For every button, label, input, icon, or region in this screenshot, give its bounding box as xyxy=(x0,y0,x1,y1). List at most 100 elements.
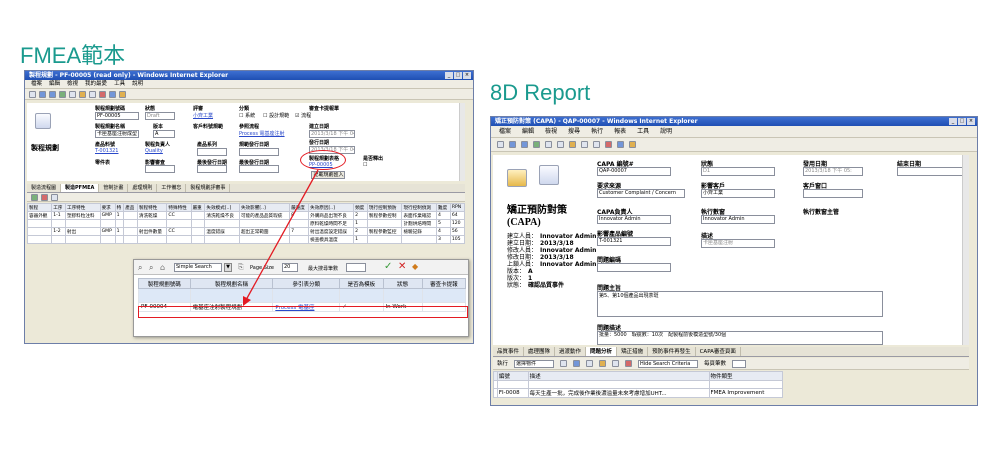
paste-icon[interactable] xyxy=(557,141,564,148)
search-mode-select[interactable]: Hide Search Criteria xyxy=(638,360,699,368)
table-row[interactable]: 原料乾燥時間不足 1 計劃烘焙時間 5 120 xyxy=(26,219,466,228)
tab-prevent[interactable]: 預防事件再發生 xyxy=(648,347,696,356)
lock-search-icon[interactable]: ⌂ xyxy=(160,263,165,272)
column-header[interactable]: 嚴重度 xyxy=(289,203,310,212)
search-icon[interactable]: ⌕ xyxy=(138,263,142,273)
column-header[interactable]: 製程規劃號碼 xyxy=(138,278,191,289)
delete-icon[interactable] xyxy=(625,360,633,367)
revision-date-field[interactable] xyxy=(239,165,279,173)
menu-item[interactable]: 搜尋 xyxy=(568,126,580,137)
process-link[interactable]: Process 電基座注射 xyxy=(239,130,285,137)
column-header[interactable]: 編號 xyxy=(496,371,529,381)
table-row[interactable]: 檢查模具溫度 1 3 105 xyxy=(26,235,466,244)
minimize-icon[interactable]: _ xyxy=(445,72,453,79)
form-scrollbar[interactable] xyxy=(962,155,969,345)
menu-item[interactable]: 工具 xyxy=(114,80,125,88)
column-header[interactable]: 參引表分類 xyxy=(272,278,341,289)
revision-field[interactable] xyxy=(197,165,227,173)
import-button[interactable]: 記載規劃匯入 xyxy=(311,171,345,179)
tab-flowchart[interactable]: 製造流程圖 xyxy=(27,184,62,192)
menu-item[interactable]: 執行 xyxy=(591,126,603,137)
help-icon[interactable]: ◆ xyxy=(412,262,418,271)
per-page-field[interactable] xyxy=(732,360,747,368)
capa-no-field[interactable]: QAP-00007 xyxy=(597,167,671,176)
unlock-icon[interactable] xyxy=(612,360,620,367)
refresh-icon[interactable] xyxy=(533,141,540,148)
maximize-icon[interactable]: □ xyxy=(454,72,462,79)
column-header[interactable]: 工序特性 xyxy=(64,203,101,212)
column-header[interactable]: 是否為模板 xyxy=(339,278,384,289)
column-header[interactable]: 製程規劃名稱 xyxy=(189,278,274,289)
new-icon[interactable] xyxy=(29,91,36,98)
tab-quality-event[interactable]: 品質事件 xyxy=(493,347,525,356)
column-header[interactable]: 失效影響[..] xyxy=(238,203,291,212)
plan-name-field[interactable]: 卡匣基座注射成型 xyxy=(95,130,139,138)
open-icon[interactable] xyxy=(39,91,46,98)
lock-icon[interactable] xyxy=(569,141,576,148)
tab-memo[interactable]: 工作備忘 xyxy=(157,184,187,192)
refresh-icon[interactable] xyxy=(59,91,66,98)
tab-analysis[interactable]: 問題分析 xyxy=(586,347,618,356)
plan-no-field[interactable]: PF-00005 xyxy=(95,112,139,120)
column-header[interactable]: 特殊特性 xyxy=(166,203,192,212)
column-header[interactable]: 難度 xyxy=(436,203,451,212)
table-row[interactable]: 1-2 射出 GMP 1 射出件數量 CC 溫度錯誤 超出正常範圍 7 射出溫度設定錯誤 2 製程參數… xyxy=(26,227,466,236)
tab-control-plan[interactable]: 管制計畫 xyxy=(99,184,129,192)
column-header[interactable]: RPN xyxy=(449,203,466,212)
table-row[interactable]: FI-0008 每天生產一批，完成後作業後濃溢量未來考慮增加UHT... FMEA … xyxy=(493,388,783,398)
src-select[interactable]: Customer Complaint / Concern xyxy=(597,189,685,198)
help-icon[interactable] xyxy=(617,141,624,148)
column-header[interactable]: 頻度 xyxy=(353,203,368,212)
column-header[interactable]: 失效模式[..] xyxy=(204,203,240,212)
remove-row-icon[interactable] xyxy=(41,194,48,201)
unlock-icon[interactable] xyxy=(581,141,588,148)
problem-code-field[interactable] xyxy=(597,263,671,272)
column-header[interactable]: 嚴重 xyxy=(190,203,206,212)
action-label[interactable]: 執行 xyxy=(497,360,508,367)
folder-icon[interactable] xyxy=(119,91,126,98)
add-row-icon[interactable] xyxy=(31,194,38,201)
minimize-icon[interactable]: _ xyxy=(949,118,957,125)
tab-rules[interactable]: 處理規則 xyxy=(128,184,158,192)
part-no-link[interactable]: T-001321 xyxy=(95,148,119,154)
column-header[interactable]: 特 xyxy=(114,203,125,212)
menu-item[interactable]: 檔案 xyxy=(31,80,42,88)
exec-field[interactable]: Innovator Admin xyxy=(701,215,775,224)
menu-item[interactable]: 我的最愛 xyxy=(85,80,107,88)
type-option-3[interactable]: ☑ 流程 xyxy=(295,112,311,119)
product-field[interactable]: T-001321 xyxy=(597,237,671,246)
window-field[interactable] xyxy=(803,189,863,198)
column-header[interactable]: 狀態 xyxy=(382,278,423,289)
save-icon[interactable] xyxy=(49,91,56,98)
focus-field[interactable]: 第5、第10個產品出現茶斑 xyxy=(597,291,883,317)
menu-item[interactable]: 說明 xyxy=(132,80,143,88)
column-header[interactable]: 產品 xyxy=(123,203,138,212)
column-header[interactable]: 工序 xyxy=(51,203,66,212)
column-header[interactable]: 失效原因[..] xyxy=(308,203,355,212)
column-header[interactable]: 現行控制預防 xyxy=(366,203,403,212)
evaluate-checkbox[interactable]: ☐ xyxy=(363,162,367,168)
impact-field[interactable] xyxy=(145,165,175,173)
tab-team[interactable]: 處理團隊 xyxy=(524,347,556,356)
check-icon[interactable]: ✓ xyxy=(384,261,392,272)
menu-item[interactable]: 編輯 xyxy=(522,126,534,137)
select-item-dropdown[interactable]: 選擇物件 xyxy=(514,360,555,368)
copy-icon[interactable] xyxy=(586,360,594,367)
lock-icon[interactable] xyxy=(599,360,607,367)
clear-search-icon[interactable]: ⌕ xyxy=(149,263,153,273)
type-option-2[interactable]: ☐ 設計規範 xyxy=(263,112,289,119)
filter-row[interactable] xyxy=(138,288,467,303)
maximize-icon[interactable]: □ xyxy=(958,118,966,125)
owner-link[interactable]: Quality xyxy=(145,148,163,154)
tab-interim[interactable]: 過渡動作 xyxy=(555,347,587,356)
max-results-field[interactable] xyxy=(346,263,366,272)
review-link[interactable]: 小齊工業 xyxy=(193,112,213,119)
chevron-down-icon[interactable]: ▼ xyxy=(224,263,232,272)
edit-row-icon[interactable] xyxy=(51,194,58,201)
print-icon[interactable] xyxy=(593,141,600,148)
column-header[interactable]: 描述 xyxy=(527,371,710,381)
column-header[interactable]: 審查卡提報 xyxy=(421,278,467,289)
copy-icon[interactable]: ⎘ xyxy=(238,263,244,272)
column-header[interactable]: 要求 xyxy=(99,203,116,212)
close-icon[interactable]: × xyxy=(463,72,471,79)
